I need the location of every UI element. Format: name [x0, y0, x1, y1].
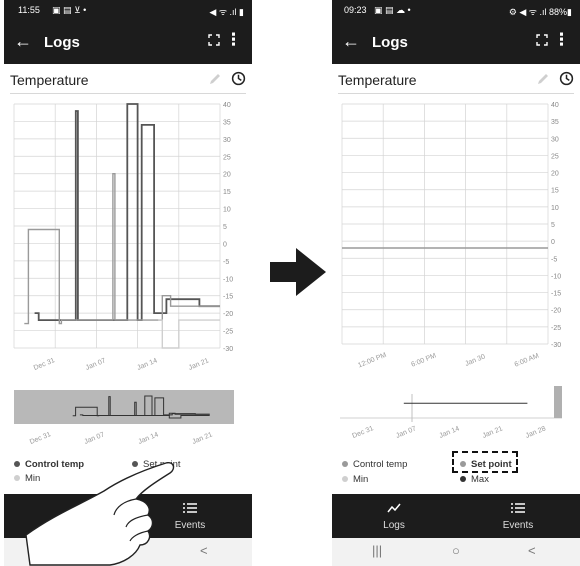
- x-tick-label: Jan 14: [136, 357, 158, 371]
- y-tick-label: -5: [551, 256, 557, 263]
- navigator-x-tick-label: Jan 28: [525, 425, 547, 439]
- y-tick-label: 30: [223, 137, 231, 144]
- legend-dot: [14, 461, 20, 468]
- legend-dot: [342, 476, 348, 483]
- y-tick-label: -30: [551, 342, 561, 349]
- legend-control-temp[interactable]: Control temp: [342, 459, 407, 470]
- y-tick-label: 35: [223, 119, 231, 126]
- x-tick-label: 6:00 PM: [410, 352, 437, 368]
- phone-screen-before: 11:55 ▣ ▤ ⊻ • ◀ ᯤ .ıl ▮ ← Logs ⋮ Tempera…: [4, 0, 252, 566]
- temperature-chart[interactable]: 40 35 30 25 20 15 10 5 0 -5 -10 -15 -20 -25 -30 12:00 P…: [332, 0, 580, 450]
- x-tick-label: 6:00 AM: [514, 352, 541, 368]
- navigator-selected-range: [14, 390, 234, 424]
- y-tick-label: 0: [551, 239, 555, 246]
- tab-events[interactable]: Events: [456, 494, 580, 538]
- temperature-chart[interactable]: 40 35 30 25 20 15 10 5 0 -5 -10 -15 -20 -25 -30 Dec 31 J…: [4, 0, 252, 450]
- y-tick-label: 10: [551, 205, 559, 212]
- y-tick-label: 0: [223, 241, 227, 248]
- y-tick-label: 35: [551, 119, 559, 126]
- navigator-x-tick-label: Dec 31: [351, 425, 374, 440]
- y-tick-label: -20: [551, 308, 561, 315]
- recent-apps-button[interactable]: |||: [372, 543, 382, 558]
- y-tick-label: 5: [551, 222, 555, 229]
- y-tick-label: 5: [223, 224, 227, 231]
- y-tick-label: 25: [551, 153, 559, 160]
- legend-max[interactable]: Max: [460, 474, 489, 485]
- legend-dot: [342, 461, 348, 468]
- legend-min[interactable]: Min: [342, 474, 368, 485]
- list-icon: [511, 503, 525, 513]
- x-tick-label: 12:00 PM: [357, 352, 388, 370]
- navigator-x-tick-label: Jan 21: [482, 425, 504, 439]
- y-tick-label: 20: [551, 171, 559, 178]
- navigator-x-tick-label: Jan 07: [83, 431, 105, 445]
- trend-line-icon: [387, 503, 401, 513]
- x-tick-label: Dec 31: [33, 357, 56, 372]
- navigator-x-tick-label: Jan 21: [191, 431, 213, 445]
- series-line-set-point: [24, 172, 220, 325]
- y-tick-label: -30: [223, 346, 233, 353]
- bottom-navigation: Logs Events: [332, 494, 580, 538]
- legend-dot: [14, 475, 20, 482]
- y-tick-label: 40: [551, 102, 559, 109]
- home-button[interactable]: ○: [452, 543, 460, 558]
- y-tick-label: -5: [223, 259, 229, 266]
- y-tick-label: 15: [223, 189, 231, 196]
- navigator-handle: [554, 386, 562, 418]
- back-button[interactable]: <: [528, 543, 536, 558]
- series-line-control-temp: [34, 103, 220, 322]
- navigator-x-tick-label: Dec 31: [29, 431, 52, 446]
- navigator-x-tick-label: Jan 07: [395, 425, 417, 439]
- y-tick-label: -25: [223, 329, 233, 336]
- pointing-hand-illustration: [25, 461, 175, 566]
- highlight-box: [452, 451, 518, 473]
- back-button[interactable]: <: [200, 543, 208, 558]
- transition-arrow-icon: [270, 248, 326, 296]
- navigator-x-tick-label: Jan 14: [438, 425, 460, 439]
- y-tick-label: -25: [551, 325, 561, 332]
- x-tick-label: Jan 21: [188, 357, 210, 371]
- y-tick-label: 10: [223, 207, 231, 214]
- y-tick-label: -10: [223, 276, 233, 283]
- x-tick-label: Jan 30: [464, 353, 486, 367]
- y-tick-label: 20: [223, 172, 231, 179]
- y-tick-label: -15: [551, 291, 561, 298]
- y-tick-label: -15: [223, 294, 233, 301]
- legend-dot: [460, 476, 466, 483]
- y-tick-label: 40: [223, 102, 231, 109]
- series-line-min: [158, 319, 220, 349]
- x-tick-label: Jan 07: [85, 357, 107, 371]
- y-tick-label: 25: [223, 154, 231, 161]
- y-tick-label: -20: [223, 311, 233, 318]
- system-navigation: ||| ○ <: [332, 538, 580, 566]
- navigator-x-tick-label: Jan 14: [137, 431, 159, 445]
- phone-screen-after: 09:23 ▣ ▤ ☁ • ⚙ ◀ ᯤ .ıl 88%▮ ← Logs ⋮ Te…: [332, 0, 580, 566]
- tab-logs[interactable]: Logs: [332, 494, 456, 538]
- y-tick-label: -10: [551, 273, 561, 280]
- y-tick-label: 30: [551, 136, 559, 143]
- y-tick-label: 15: [551, 188, 559, 195]
